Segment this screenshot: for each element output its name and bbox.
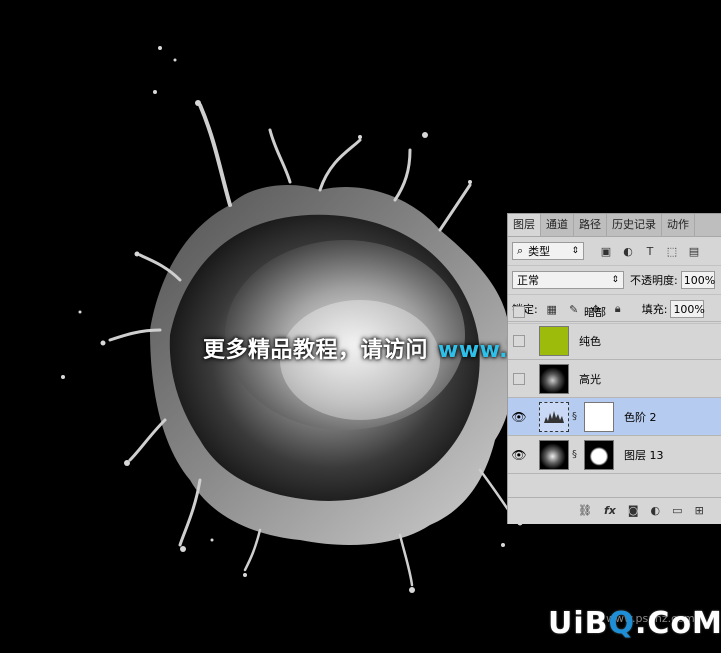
group-icon[interactable]: ▭: [672, 504, 682, 517]
mask-thumbnail: [584, 439, 614, 470]
layer-name: 图层 13: [624, 448, 664, 462]
tab-layers[interactable]: 图层: [508, 214, 541, 236]
eye-icon: 👁︎: [511, 447, 527, 462]
logo-part-1: UiB: [548, 606, 609, 641]
layer-thumbnail: [539, 363, 569, 394]
levels-histogram-icon: [544, 410, 564, 423]
layer-row-shadows[interactable]: 暗部: [508, 303, 721, 322]
adjustment-icon[interactable]: ◐: [651, 504, 661, 517]
filter-row: ⌕ 类型 ⇕ ▣ ◐ T ⬚ ▤: [508, 237, 721, 266]
opacity-value: 100%: [683, 273, 716, 287]
blend-mode-value: 正常: [517, 274, 539, 287]
fx-icon[interactable]: fx: [604, 504, 616, 517]
layer-row-levels[interactable]: 👁︎ § 色阶 2: [508, 398, 721, 436]
layer-list: 暗部 纯色 高光 👁︎ § 色阶 2 👁︎ § 图层 13: [508, 306, 721, 474]
visibility-toggle[interactable]: 👁︎: [508, 436, 530, 473]
chevron-updown-icon: ⇕: [611, 275, 619, 285]
mask-icon[interactable]: ◙: [628, 504, 639, 517]
tab-channels[interactable]: 通道: [541, 214, 574, 236]
filter-kind-label: 类型: [528, 245, 551, 258]
shape-filter-icon[interactable]: ⬚: [664, 243, 680, 259]
tab-paths[interactable]: 路径: [574, 214, 607, 236]
visibility-toggle[interactable]: [508, 360, 530, 397]
visibility-box: [513, 306, 525, 318]
image-filter-icon[interactable]: ▣: [598, 243, 614, 259]
tab-actions[interactable]: 动作: [662, 214, 695, 236]
layer-row-highlights[interactable]: 高光: [508, 360, 721, 398]
adjustment-filter-icon[interactable]: ◐: [620, 243, 636, 259]
filter-kind-select[interactable]: ⌕ 类型 ⇕: [512, 242, 584, 260]
logo-part-2: Q: [608, 606, 636, 641]
panel-tabs: 图层 通道 路径 历史记录 动作: [508, 214, 721, 237]
layer-name: 高光: [579, 372, 601, 386]
layer-name: 暗部: [584, 307, 606, 317]
visibility-box: [513, 372, 525, 385]
layer-thumbnail: [539, 325, 569, 356]
logo-part-3: .CoM: [635, 606, 721, 641]
visibility-toggle[interactable]: [508, 322, 530, 359]
new-layer-icon[interactable]: ⊞: [695, 504, 704, 517]
type-filter-icon[interactable]: T: [642, 243, 658, 259]
link-icon[interactable]: §: [572, 411, 580, 422]
visibility-toggle[interactable]: [508, 303, 530, 321]
tab-history[interactable]: 历史记录: [607, 214, 662, 236]
blend-mode-select[interactable]: 正常 ⇕: [512, 271, 624, 289]
eye-icon: 👁︎: [511, 409, 527, 424]
smart-object-filter-icon[interactable]: ▤: [686, 243, 702, 259]
corner-logo: UiBQ.CoM: [548, 606, 721, 641]
link-icon[interactable]: ⛓︎: [578, 504, 592, 517]
visibility-toggle[interactable]: 👁︎: [508, 398, 530, 435]
layer-row-solid-color[interactable]: 纯色: [508, 322, 721, 360]
link-icon[interactable]: §: [572, 449, 580, 460]
layer-row-layer13[interactable]: 👁︎ § 图层 13: [508, 436, 721, 474]
layer-name: 色阶 2: [624, 410, 657, 424]
watermark-caption: 更多精品教程，请访问: [203, 338, 429, 363]
search-icon: ⌕: [517, 244, 524, 257]
visibility-box: [513, 334, 525, 347]
layer-name: 纯色: [579, 334, 601, 348]
adjustment-thumbnail: [539, 401, 569, 432]
mask-thumbnail: [584, 401, 614, 432]
chevron-updown-icon: ⇕: [571, 246, 579, 256]
panel-footer: ⛓︎ fx ◙ ◐ ▭ ⊞: [508, 497, 721, 523]
opacity-input[interactable]: 100%: [680, 271, 716, 289]
blend-row: 正常 ⇕ 不透明度: 100%: [508, 266, 721, 295]
layers-panel: 图层 通道 路径 历史记录 动作 ⌕ 类型 ⇕ ▣ ◐ T ⬚ ▤ 正常 ⇕ 不…: [507, 213, 721, 524]
layer-thumbnail: [539, 439, 569, 470]
opacity-label: 不透明度:: [630, 274, 678, 287]
